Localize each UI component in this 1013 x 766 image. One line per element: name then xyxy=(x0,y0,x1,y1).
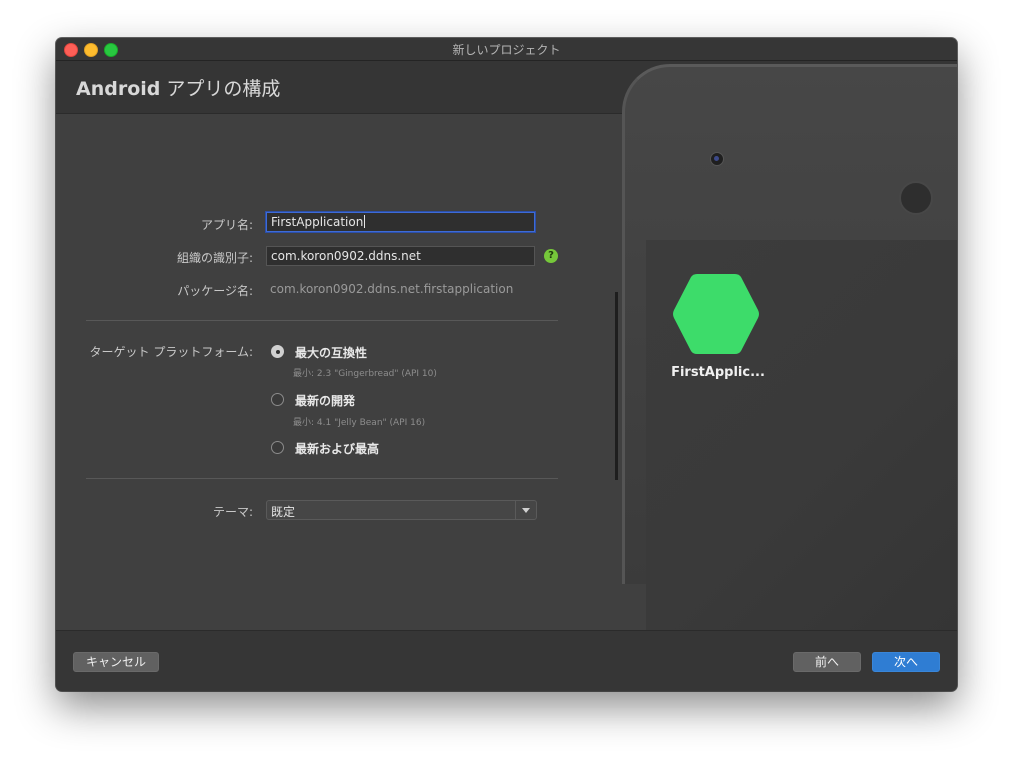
camera-icon xyxy=(710,152,724,166)
phone-side-button xyxy=(615,292,618,480)
org-id-input[interactable]: com.koron0902.ddns.net xyxy=(266,246,535,266)
sensor-icon xyxy=(899,181,933,215)
new-project-window: 新しいプロジェクト Android アプリの構成 アプリ名: FirstAppl… xyxy=(56,38,957,691)
package-name-value: com.koron0902.ddns.net.firstapplication xyxy=(270,282,514,296)
option-latest-best-label[interactable]: 最新および最高 xyxy=(295,440,379,457)
target-platform-label: ターゲット プラットフォーム: xyxy=(89,345,254,359)
radio-latest-best[interactable] xyxy=(271,441,284,454)
theme-label: テーマ: xyxy=(212,505,253,519)
divider xyxy=(86,478,558,479)
radio-max-compat[interactable] xyxy=(271,345,284,358)
footer-bar: キャンセル 前へ 次へ xyxy=(56,630,957,691)
package-name-label: パッケージ名: xyxy=(177,284,253,298)
divider xyxy=(86,320,558,321)
option-max-compat-label[interactable]: 最大の互換性 xyxy=(295,344,367,361)
option-latest-dev-sub: 最小: 4.1 "Jelly Bean" (API 16) xyxy=(293,418,426,428)
dropdown-arrow-box xyxy=(515,501,536,519)
theme-select-value: 既定 xyxy=(271,505,296,519)
option-latest-dev-label[interactable]: 最新の開発 xyxy=(295,392,355,409)
question-icon[interactable]: ? xyxy=(544,249,558,263)
page-title-bold: Android xyxy=(76,78,161,100)
next-button[interactable]: 次へ xyxy=(872,652,940,672)
back-button[interactable]: 前へ xyxy=(793,652,861,672)
chevron-down-icon xyxy=(522,508,530,513)
window-title: 新しいプロジェクト xyxy=(452,43,561,57)
page-title-rest: アプリの構成 xyxy=(160,78,281,100)
theme-select[interactable]: 既定 xyxy=(266,500,537,520)
app-name-label: アプリ名: xyxy=(200,218,253,232)
org-id-label: 組織の識別子: xyxy=(176,251,253,265)
page-title: Android アプリの構成 xyxy=(76,74,280,101)
app-name-input[interactable]: FirstApplication xyxy=(266,212,535,232)
radio-latest-dev[interactable] xyxy=(271,393,284,406)
option-max-compat-sub: 最小: 2.3 "Gingerbread" (API 10) xyxy=(293,369,437,379)
app-launcher-icon xyxy=(673,274,759,354)
app-launcher-label: FirstApplic... xyxy=(671,365,765,380)
title-bar: 新しいプロジェクト xyxy=(56,38,957,61)
text-caret xyxy=(364,215,366,228)
cancel-button[interactable]: キャンセル xyxy=(73,652,159,672)
